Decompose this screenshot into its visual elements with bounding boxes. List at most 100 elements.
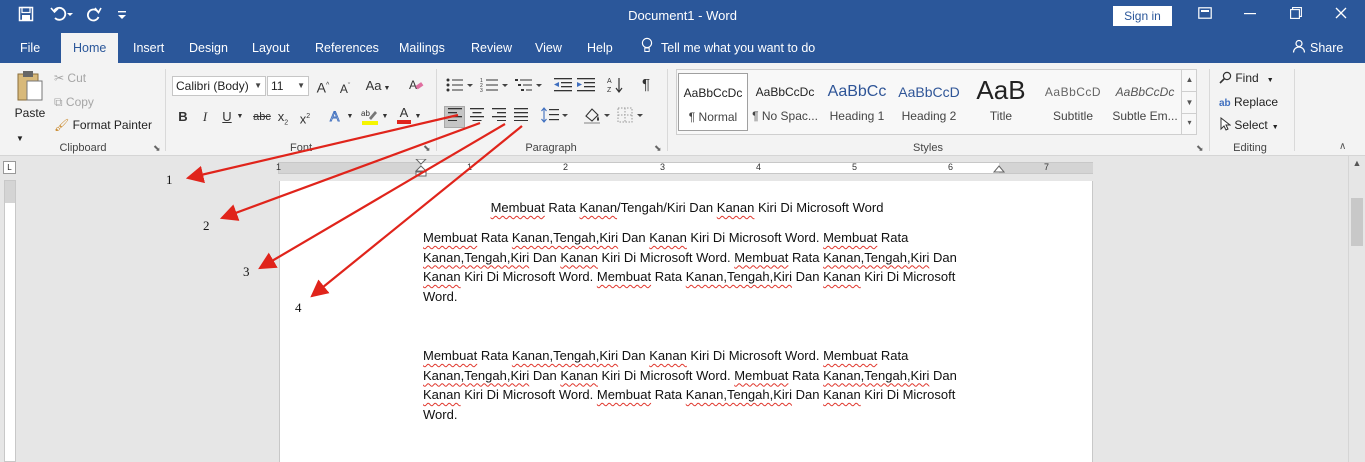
underline-dropdown-icon[interactable]: ▼ [236, 108, 244, 126]
chevron-down-icon[interactable]: ▼ [1182, 91, 1197, 113]
vertical-scrollbar[interactable]: ▲ [1348, 156, 1365, 462]
select-button[interactable]: Select ▼ [1219, 116, 1279, 136]
styles-gallery-scroll[interactable]: ▲ ▼ ▾ [1181, 69, 1197, 135]
tab-design[interactable]: Design [189, 33, 228, 63]
font-color-dropdown-icon[interactable]: ▼ [414, 108, 422, 126]
show-formatting-marks-icon[interactable]: ¶ [639, 76, 653, 94]
align-center-button[interactable] [466, 107, 487, 127]
minimize-icon[interactable] [1235, 4, 1265, 26]
paragraph-launcher-icon[interactable]: ⬊ [654, 143, 662, 154]
font-size-combo[interactable]: 11 ▼ [267, 76, 309, 96]
strikethrough-button[interactable]: abc [251, 108, 273, 126]
styles-launcher-icon[interactable]: ⬊ [1196, 143, 1204, 154]
style-heading-1[interactable]: AaBbCc Heading 1 [822, 73, 892, 131]
tab-selector[interactable]: L [3, 161, 16, 174]
find-label: Find [1235, 71, 1259, 85]
style-subtle-emphasis[interactable]: AaBbCcDc Subtle Em... [1110, 73, 1180, 131]
numbering-icon[interactable]: 123 [480, 77, 510, 98]
find-button[interactable]: Find ▼ [1219, 70, 1274, 89]
scrollbar-thumb[interactable] [1351, 198, 1363, 246]
tab-view[interactable]: View [535, 33, 562, 63]
document-page[interactable]: Membuat Rata Kanan/Tengah/Kiri Dan Kanan… [279, 181, 1093, 462]
font-name-value: Calibri (Body) [176, 79, 249, 93]
replace-button[interactable]: ab Replace [1219, 94, 1278, 112]
document-paragraph-1[interactable]: Membuat Rata Kanan,Tengah,Kiri Dan Kanan… [423, 228, 983, 306]
tab-references[interactable]: References [315, 33, 379, 63]
clipboard-launcher-icon[interactable]: ⬊ [153, 143, 161, 154]
text-effects-dropdown-icon[interactable]: ▼ [346, 108, 354, 126]
ruler-number: 3 [660, 162, 666, 172]
misspelled-word: Membuat [734, 367, 789, 383]
share-button[interactable]: Share [1292, 33, 1343, 63]
style-no-spacing[interactable]: AaBbCcDc ¶ No Spac... [750, 73, 820, 131]
font-name-combo[interactable]: Calibri (Body) ▼ [172, 76, 266, 96]
collapse-ribbon-icon[interactable]: ∧ [1339, 139, 1346, 155]
paste-label: Paste [14, 106, 46, 120]
align-right-button[interactable] [488, 107, 509, 127]
tab-layout[interactable]: Layout [252, 33, 290, 63]
decrease-indent-icon[interactable] [553, 77, 573, 98]
font-color-icon[interactable]: A [395, 106, 413, 124]
format-painter-button[interactable]: 🖌 Format Painter [54, 117, 152, 133]
more-styles-icon[interactable]: ▾ [1182, 113, 1197, 133]
ribbon-display-icon[interactable] [1190, 4, 1220, 26]
sign-in-button[interactable]: Sign in [1113, 6, 1172, 26]
text-run: Kiri Di Microsoft Word. [686, 230, 824, 245]
misspelled-word: Membuat [423, 348, 478, 363]
tab-home[interactable]: Home [61, 33, 119, 63]
change-case-button[interactable]: Aa ▼ [364, 77, 392, 98]
copy-button[interactable]: ⧉ Copy [54, 94, 94, 110]
tell-me-search[interactable]: Tell me what you want to do [641, 33, 815, 63]
right-indent-marker-icon[interactable] [993, 165, 1005, 177]
line-spacing-icon[interactable] [540, 107, 570, 128]
bullets-icon[interactable] [445, 77, 475, 98]
subscript-button[interactable]: x2 [276, 108, 290, 133]
chevron-up-icon[interactable]: ▲ [1182, 69, 1197, 91]
underline-button[interactable]: U [220, 108, 234, 126]
borders-icon[interactable] [617, 107, 647, 128]
shrink-font-button[interactable]: Aˇ [336, 78, 354, 98]
multilevel-list-icon[interactable] [514, 77, 544, 98]
scroll-up-icon[interactable]: ▲ [1349, 158, 1365, 168]
tab-help[interactable]: Help [587, 33, 613, 63]
text-effects-icon[interactable]: A [329, 107, 345, 130]
font-launcher-icon[interactable]: ⬊ [423, 143, 431, 154]
highlight-dropdown-icon[interactable]: ▼ [381, 108, 389, 126]
bold-button[interactable]: B [176, 108, 190, 126]
superscript-button[interactable]: x2 [298, 108, 312, 128]
close-icon[interactable] [1326, 4, 1356, 26]
tab-review[interactable]: Review [471, 33, 512, 63]
paste-button[interactable]: Paste [14, 69, 46, 125]
sort-icon[interactable]: AZ [607, 76, 625, 99]
highlight-icon[interactable]: ab [360, 106, 380, 131]
paragraph-line: Kanan Kiri Di Microsoft Word. Membuat Ra… [423, 385, 983, 405]
vertical-ruler[interactable] [4, 180, 16, 462]
tab-mailings[interactable]: Mailings [399, 33, 445, 63]
document-paragraph-2[interactable]: Membuat Rata Kanan,Tengah,Kiri Dan Kanan… [423, 346, 983, 424]
clear-formatting-icon[interactable]: A [407, 76, 425, 97]
tab-file[interactable]: File [20, 33, 40, 63]
horizontal-ruler[interactable]: 1 1 2 3 4 5 6 7 [276, 159, 1093, 177]
indent-marker-icon[interactable] [415, 159, 427, 179]
style-subtitle[interactable]: AaBbCcD Subtitle [1038, 73, 1108, 131]
document-heading[interactable]: Membuat Rata Kanan/Tengah/Kiri Dan Kanan… [280, 198, 1094, 218]
increase-indent-icon[interactable] [576, 77, 596, 98]
grow-font-button[interactable]: A^ [314, 77, 332, 97]
style-normal[interactable]: AaBbCcDc ¶ Normal [678, 73, 748, 131]
style-title[interactable]: AaB Title [966, 73, 1036, 131]
misspelled-word: Kanan,Tengah,Kiri [685, 269, 793, 284]
restore-icon[interactable] [1281, 4, 1311, 26]
misspelled-word: Kanan [579, 200, 618, 215]
format-painter-label: Format Painter [72, 118, 152, 132]
misspelled-word: Kanan [716, 200, 755, 215]
align-left-button[interactable] [444, 106, 465, 128]
tab-insert[interactable]: Insert [133, 33, 164, 63]
justify-button[interactable] [510, 107, 531, 127]
paragraph-line: Kanan,Tengah,Kiri Dan Kanan Kiri Di Micr… [423, 366, 983, 386]
style-heading-2[interactable]: AaBbCcD Heading 2 [894, 73, 964, 131]
italic-button[interactable]: I [198, 108, 212, 126]
text-run: Rata [651, 269, 686, 284]
cut-button[interactable]: ✂ Cut [54, 70, 86, 86]
paintbrush-icon: 🖌 [54, 118, 70, 132]
shading-icon[interactable] [582, 106, 612, 129]
